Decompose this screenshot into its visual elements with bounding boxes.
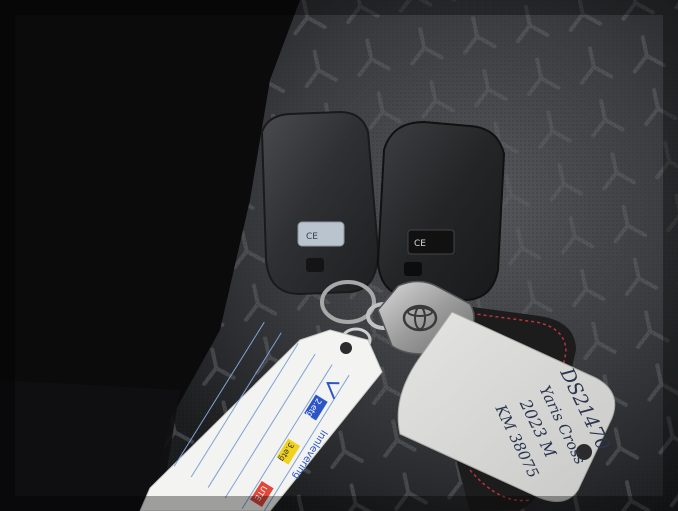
- fob-left-keyslot: [306, 258, 324, 272]
- fob-left-label-plate: [297, 221, 345, 247]
- fob-right-keyslot: [404, 262, 422, 276]
- key-fob-right: CE: [376, 120, 506, 302]
- fob-right-label: CE: [414, 239, 426, 249]
- fob-left-label: CE: [306, 232, 318, 242]
- key-fob-left: CE: [260, 110, 380, 296]
- white-tag-hole: [340, 342, 352, 354]
- photo-scene: CE CE DS21470 Yaris Cross 2023 M KM 3807…: [0, 0, 678, 511]
